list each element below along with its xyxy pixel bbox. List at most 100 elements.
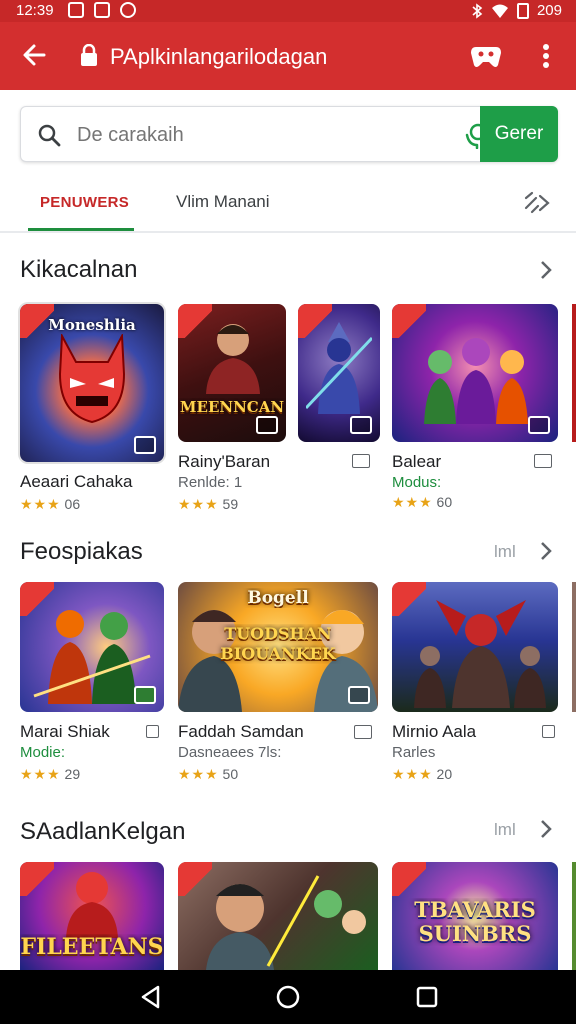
app-name: Faddah Samdan <box>178 722 304 741</box>
notification-icon <box>94 2 110 18</box>
app-thumbnail: Bogell TUODSHAN BIOUANKEK <box>178 582 378 712</box>
app-rating: ★★★ 59 <box>178 496 239 512</box>
app-subtitle: Rarles <box>392 744 436 761</box>
search-submit-button[interactable]: Gerer <box>480 106 558 162</box>
ribbon-badge <box>392 304 426 338</box>
app-card[interactable]: Moneshlia Aeaari Cahaka ★★★ 06 <box>20 304 164 516</box>
app-name: Balear <box>392 452 442 471</box>
tab-vlim-manani[interactable]: Vlim Manani <box>176 192 270 212</box>
install-badge-icon <box>350 416 372 434</box>
section-title: Kikacalnan <box>20 256 138 283</box>
demon-warriors-icon <box>414 600 546 708</box>
search-icon <box>38 124 61 147</box>
app-subtitle: Modus: <box>392 474 442 491</box>
status-bar: 12:39 209 <box>0 0 576 22</box>
next-card-peek <box>572 304 576 442</box>
notification-icon <box>120 2 136 18</box>
robot-hero-icon <box>66 872 118 938</box>
app-thumbnail: MEENNCAN <box>178 304 286 442</box>
heroes-group-icon <box>424 338 528 424</box>
ribbon-badge <box>20 862 54 896</box>
app-card[interactable] <box>298 304 380 444</box>
battery-level: 209 <box>536 2 562 19</box>
ribbon-badge <box>392 862 426 896</box>
app-name: Marai Shiak <box>20 722 110 741</box>
app-thumbnail <box>298 304 380 442</box>
nav-back-icon[interactable] <box>138 984 164 1010</box>
checkbox-icon[interactable] <box>542 725 555 738</box>
battery-icon <box>516 2 529 19</box>
app-thumbnail: Moneshlia <box>20 304 164 462</box>
app-card[interactable]: Mirnio Aala Rarles ★★★ 20 <box>392 582 558 788</box>
app-card[interactable]: Bogell TUODSHAN BIOUANKEK Faddah Samdan … <box>178 582 378 788</box>
ribbon-badge <box>178 304 212 338</box>
app-rating: ★★★ 06 <box>20 496 81 512</box>
app-subtitle: Renlde: 1 <box>178 474 243 491</box>
thumbnail-text: TUODSHAN BIOUANKEK <box>220 624 336 663</box>
devil-mask-icon <box>58 334 126 424</box>
gamepad-icon[interactable] <box>470 41 502 71</box>
install-badge-icon <box>528 416 550 434</box>
ribbon-badge <box>178 862 212 896</box>
install-badge-icon <box>134 436 156 454</box>
search-input[interactable] <box>77 120 417 150</box>
next-card-peek <box>572 582 576 712</box>
thumbnail-text: TBAVARIS SUINBRS <box>414 898 536 946</box>
app-thumbnail <box>20 582 164 712</box>
checkbox-icon[interactable] <box>146 725 159 738</box>
ribbon-badge <box>392 582 426 616</box>
install-badge-icon <box>134 686 156 704</box>
app-card[interactable]: Balear Modus: ★★★ 60 <box>392 304 558 516</box>
tab-bar: PENUWERS Vlim Manani <box>0 172 576 234</box>
thumbnail-text: FILEETANS <box>20 934 164 960</box>
app-rating: ★★★ 29 <box>20 766 81 782</box>
lock-icon <box>81 44 97 66</box>
ribbon-badge <box>20 304 54 338</box>
status-right: 209 <box>471 2 562 19</box>
system-nav-bar <box>0 970 576 1024</box>
next-card-peek <box>572 862 576 970</box>
search-bar: Gerer <box>20 106 558 162</box>
page-title: PAplkinlangarilodagan <box>110 44 328 69</box>
tab-penuwers[interactable]: PENUWERS <box>40 194 129 211</box>
app-rating: ★★★ 60 <box>392 494 453 510</box>
chevron-right-icon[interactable] <box>538 818 554 840</box>
install-badge-icon <box>348 686 370 704</box>
app-thumbnail: FILEETANS <box>20 862 164 970</box>
more-vert-icon[interactable] <box>534 40 558 72</box>
app-rating: ★★★ 50 <box>178 766 239 782</box>
section-title: Feospiakas <box>20 538 143 565</box>
app-bar: PAplkinlangarilodagan <box>0 22 576 90</box>
section-tag: lml <box>494 820 516 839</box>
app-card[interactable]: TBAVARIS SUINBRS <box>392 862 558 970</box>
notification-icons <box>68 2 136 18</box>
notification-icon <box>68 2 84 18</box>
app-thumbnail <box>178 862 378 970</box>
ribbon-badge <box>298 304 332 338</box>
nav-home-icon[interactable] <box>275 984 301 1010</box>
status-time: 12:39 <box>16 2 54 19</box>
ribbon-badge <box>20 582 54 616</box>
app-card[interactable]: FILEETANS <box>20 862 164 970</box>
app-thumbnail <box>392 582 558 712</box>
app-subtitle: Modie: <box>20 744 66 761</box>
chevron-right-icon[interactable] <box>538 540 554 562</box>
app-name: Rainy'Baran <box>178 452 271 471</box>
screen-icon <box>352 454 370 468</box>
thumbnail-title-text: Bogell <box>247 588 309 608</box>
section-title: SAadlanKelgan <box>20 818 186 845</box>
app-rating: ★★★ 20 <box>392 766 453 782</box>
nav-recents-icon[interactable] <box>414 984 440 1010</box>
app-name: Aeaari Cahaka <box>20 472 133 491</box>
back-arrow-icon[interactable] <box>20 40 50 70</box>
app-thumbnail <box>392 304 558 442</box>
chevron-right-icon[interactable] <box>538 259 554 281</box>
install-badge-icon <box>256 416 278 434</box>
app-card[interactable] <box>178 862 378 970</box>
app-card[interactable]: Marai Shiak Modie: ★★★ 29 <box>20 582 172 788</box>
thumbnail-text: MEENNCAN <box>179 398 285 416</box>
app-thumbnail: TBAVARIS SUINBRS <box>392 862 558 970</box>
screen-icon <box>534 454 552 468</box>
section-tag: lml <box>494 542 516 561</box>
expand-tabs-icon[interactable] <box>522 190 552 216</box>
